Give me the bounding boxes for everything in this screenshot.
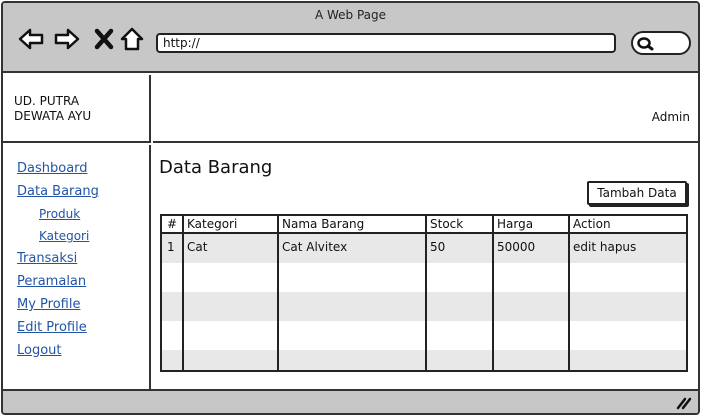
forward-icon[interactable] [53, 25, 81, 53]
browser-window: A Web Page http:// UD. PUTRA DEWATA AYU … [1, 1, 700, 415]
sidebar-item-kategori[interactable]: Kategori [39, 229, 89, 243]
column-header-harga: Harga [497, 217, 534, 231]
cell-harga: 50000 [497, 240, 536, 254]
table-row-empty [162, 350, 686, 370]
back-icon[interactable] [17, 25, 45, 53]
column-header-kategori: Kategori [187, 217, 238, 231]
table-row-empty [162, 263, 686, 292]
close-icon[interactable] [90, 25, 118, 53]
column-header-stock: Stock [430, 217, 464, 231]
sidebar-item-transaksi[interactable]: Transaksi [17, 251, 77, 266]
sidebar-item-data-barang[interactable]: Data Barang [17, 184, 99, 199]
brand-panel: UD. PUTRA DEWATA AYU [3, 75, 151, 143]
column-header-nama-barang: Nama Barang [282, 217, 365, 231]
cell-kategori: Cat [187, 240, 208, 254]
main-content: Data Barang Tambah Data # Kategori Nama … [153, 145, 698, 389]
cell-nama-barang: Cat Alvitex [282, 240, 348, 254]
column-header-number: # [167, 217, 178, 231]
user-label[interactable]: Admin [652, 110, 690, 124]
sidebar-item-my-profile[interactable]: My Profile [17, 297, 80, 312]
status-bar [3, 389, 698, 413]
resize-handle-icon[interactable] [676, 396, 692, 410]
column-header-action: Action [573, 217, 611, 231]
sidebar: Dashboard Data Barang Produk Kategori Tr… [3, 145, 151, 389]
sidebar-item-produk[interactable]: Produk [39, 207, 80, 221]
sidebar-item-peramalan[interactable]: Peramalan [17, 274, 86, 289]
browser-toolbar: A Web Page http:// [3, 3, 698, 73]
table-row-empty [162, 321, 686, 350]
brand-name: UD. PUTRA DEWATA AYU [14, 94, 92, 123]
home-icon[interactable] [118, 25, 146, 53]
top-bar: Admin [153, 75, 698, 143]
cell-action-links[interactable]: edit hapus [570, 240, 636, 254]
data-table: # Kategori Nama Barang Stock Harga Actio… [160, 214, 688, 372]
window-title: A Web Page [314, 8, 387, 22]
sidebar-item-logout[interactable]: Logout [17, 343, 62, 358]
search-icon [637, 37, 654, 51]
header-divider [162, 232, 686, 234]
address-bar[interactable]: http:// [156, 33, 616, 53]
cell-number: 1 [167, 240, 175, 254]
add-data-button[interactable]: Tambah Data [587, 181, 687, 205]
page-title: Data Barang [159, 157, 273, 178]
cell-stock: 50 [430, 240, 446, 254]
sidebar-item-edit-profile[interactable]: Edit Profile [17, 320, 87, 335]
browser-search[interactable] [631, 31, 691, 55]
sidebar-item-dashboard[interactable]: Dashboard [17, 161, 88, 176]
table-row-empty [162, 292, 686, 321]
